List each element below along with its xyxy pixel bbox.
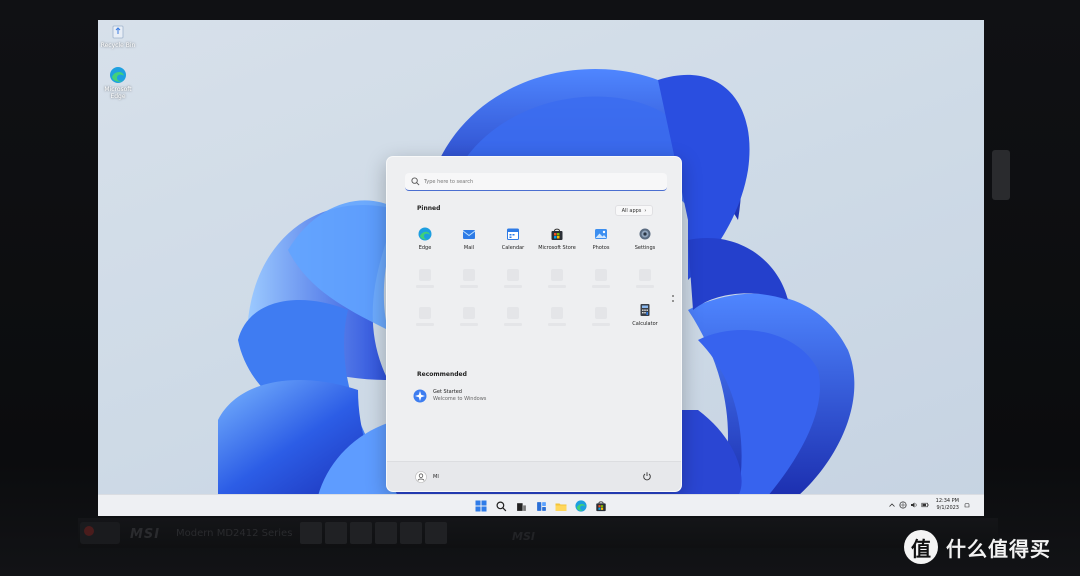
mail-icon <box>462 230 476 239</box>
volume-icon[interactable] <box>910 501 918 509</box>
task-view-icon <box>516 502 526 511</box>
watermark: 值 什么值得买 <box>904 530 1051 564</box>
search-input[interactable]: Type here to search <box>405 173 667 191</box>
search-placeholder: Type here to search <box>424 178 474 185</box>
user-name: MI <box>433 474 439 480</box>
taskbar: 12:34 PM 9/1/2023 <box>98 494 984 516</box>
taskbar-store-button[interactable] <box>594 499 608 513</box>
pinned-app-photos[interactable]: Photos <box>579 225 623 261</box>
monitor-brand-secondary: MSI <box>512 530 535 543</box>
pinned-app-edge[interactable]: Edge <box>403 225 447 261</box>
chevron-right-icon: › <box>644 207 647 214</box>
power-icon[interactable] <box>642 471 652 481</box>
network-icon[interactable] <box>899 501 907 509</box>
battery-icon[interactable] <box>921 501 929 509</box>
start-icon <box>475 500 487 512</box>
desktop-icon-label: Microsoft Edge <box>104 86 132 100</box>
start-menu-footer: MI <box>387 461 681 491</box>
edge-icon <box>110 67 126 83</box>
all-apps-label: All apps <box>621 207 642 214</box>
start-button[interactable] <box>474 499 488 513</box>
pinned-title: Pinned <box>417 205 441 212</box>
desktop-icon-recycle-bin[interactable]: Recycle Bin <box>98 22 138 49</box>
pinned-app-label: Mail <box>463 245 475 251</box>
clock-date: 9/1/2023 <box>936 505 959 511</box>
desktop-icon-label: Recycle Bin <box>100 42 136 49</box>
taskbar-edge-button[interactable] <box>574 499 588 513</box>
watermark-text: 什么值得买 <box>946 536 1051 561</box>
pinned-app-label: Calculator <box>632 321 658 327</box>
system-tray: 12:34 PM 9/1/2023 <box>888 498 974 512</box>
notification-icon[interactable] <box>963 501 971 509</box>
recycle-bin-icon <box>112 25 124 39</box>
recommended-item-subtitle: Welcome to Windows <box>433 396 487 402</box>
pinned-app-label: Microsoft Store <box>538 245 576 251</box>
monitor-brand: MSI <box>130 527 161 542</box>
sticker-badge <box>80 522 120 544</box>
search-icon <box>411 177 420 186</box>
file-explorer-icon <box>555 503 567 511</box>
recommended-title: Recommended <box>417 371 467 378</box>
desktop-screen: Recycle Bin Microsoft Edge Type here to … <box>98 20 984 516</box>
user-account-button[interactable]: MI <box>415 471 439 483</box>
pinned-page-indicator[interactable] <box>672 295 675 305</box>
settings-icon <box>639 228 651 240</box>
pinned-app-calendar[interactable]: Calendar <box>491 225 535 261</box>
task-view-button[interactable] <box>514 499 528 513</box>
pinned-app-label: Settings <box>634 245 656 251</box>
desktop-icon-edge[interactable]: Microsoft Edge <box>98 66 138 100</box>
pinned-app-settings[interactable]: Settings <box>623 225 667 261</box>
store-icon <box>551 228 563 240</box>
pinned-app-mail[interactable]: Mail <box>447 225 491 261</box>
taskbar-pinned-apps <box>474 499 614 513</box>
recommended-item-get-started[interactable]: Get Started Welcome to Windows <box>413 389 486 403</box>
pinned-app-store[interactable]: Microsoft Store <box>535 225 579 261</box>
pinned-app-label: Calendar <box>501 245 525 251</box>
watermark-logo: 值 <box>904 530 938 564</box>
store-icon <box>596 501 606 512</box>
search-icon <box>495 500 506 511</box>
edge-icon <box>418 227 432 241</box>
widgets-button[interactable] <box>534 499 548 513</box>
edge-icon <box>575 500 587 512</box>
pinned-app-label: Photos <box>592 245 610 251</box>
photos-icon <box>595 229 607 239</box>
file-explorer-button[interactable] <box>554 499 568 513</box>
chevron-up-icon[interactable] <box>888 501 896 509</box>
get-started-icon <box>413 389 427 403</box>
taskbar-clock[interactable]: 12:34 PM 9/1/2023 <box>936 498 959 512</box>
background-object <box>992 150 1010 200</box>
pinned-app-calculator[interactable]: Calculator <box>623 301 667 337</box>
calendar-icon <box>507 228 519 240</box>
calculator-icon <box>640 304 650 316</box>
user-icon <box>415 471 427 483</box>
monitor-model: Modern MD2412 Series <box>176 528 293 539</box>
monitor-frame: Recycle Bin Microsoft Edge Type here to … <box>0 0 1080 576</box>
spec-stickers <box>300 522 450 544</box>
all-apps-button[interactable]: All apps › <box>615 205 653 216</box>
recommended-item-title: Get Started <box>433 389 462 395</box>
pinned-app-label: Edge <box>418 245 432 251</box>
clock-time: 12:34 PM <box>935 498 959 504</box>
taskbar-search-button[interactable] <box>494 499 508 513</box>
start-menu: Type here to search Pinned All apps › Ed… <box>386 156 682 492</box>
widgets-icon <box>536 501 546 511</box>
